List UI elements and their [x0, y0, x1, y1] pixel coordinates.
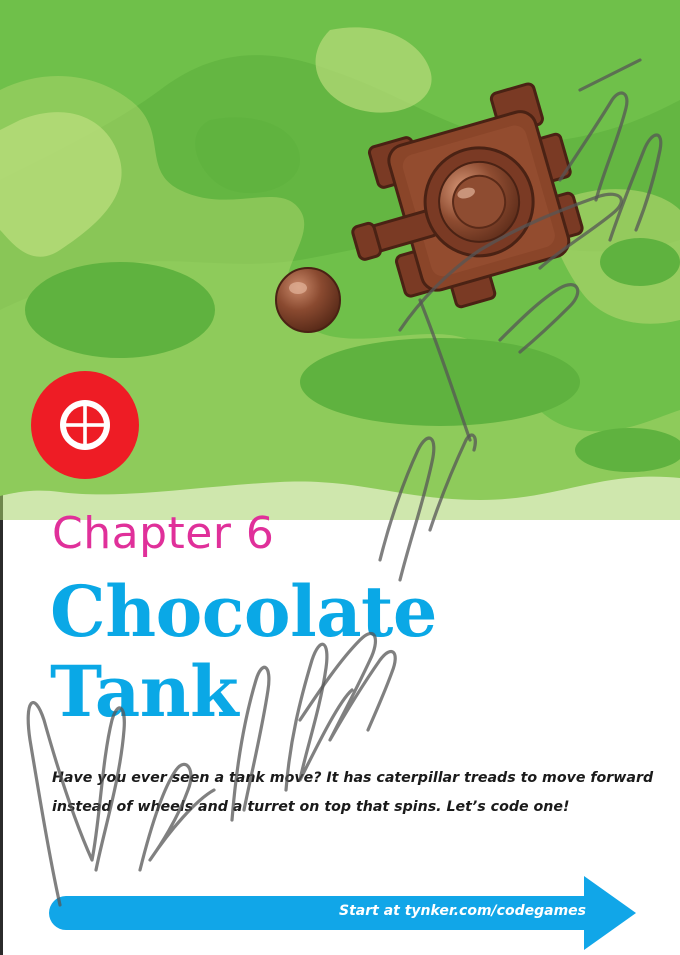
start-link-arrow[interactable]: Start at tynker.com/codegames	[48, 876, 638, 950]
intro-paragraph: Have you ever seen a tank move? It has c…	[52, 764, 654, 822]
chapter-title-line: Chocolate	[50, 570, 437, 653]
chapter-title-line: Tank	[50, 650, 239, 733]
hero-illustration	[0, 0, 680, 520]
chapter-number: Chapter 6	[52, 508, 275, 559]
intro-line: Have you ever seen a tank move? It has c…	[52, 770, 654, 786]
start-link-label[interactable]: Start at tynker.com/codegames	[339, 903, 586, 919]
crosshair-target-icon	[31, 371, 139, 479]
chocolate-cannonball	[275, 267, 341, 333]
chapter-title: Chocolate Tank	[50, 572, 437, 732]
intro-line: instead of wheels and a turret on top th…	[52, 799, 570, 815]
